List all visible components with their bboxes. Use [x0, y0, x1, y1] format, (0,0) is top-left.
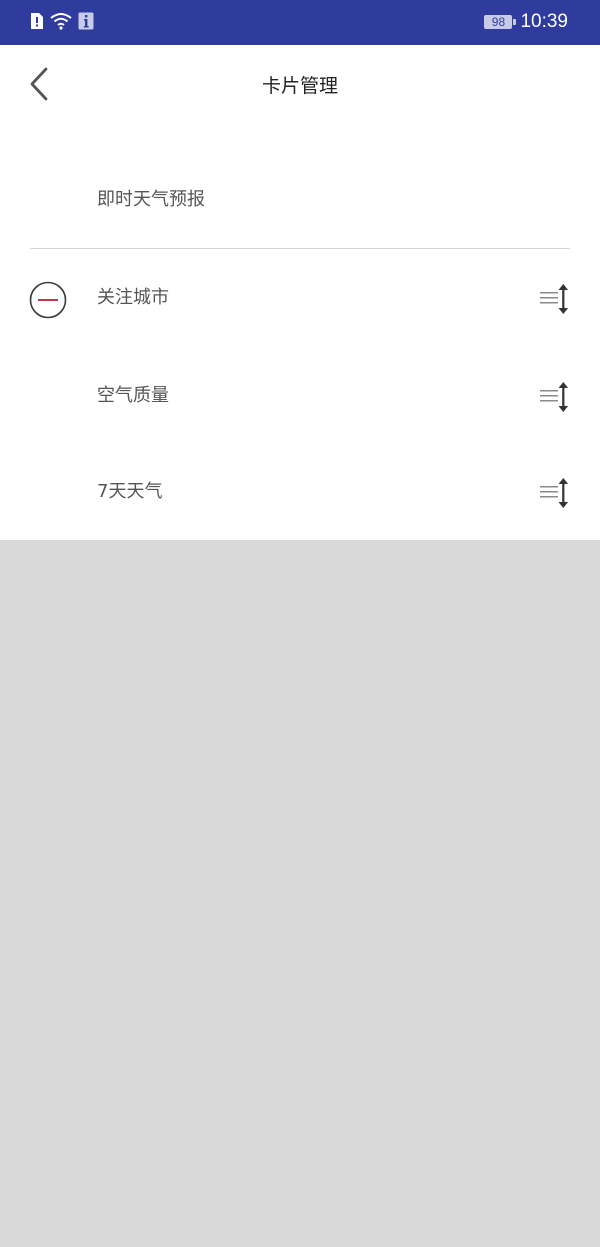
card-row-air-quality[interactable]: 空气质量 — [0, 348, 600, 444]
card-row-follow-cities[interactable]: 关注城市 — [0, 250, 600, 346]
drag-handle[interactable] — [538, 381, 574, 413]
card-management-panel: 卡片管理 即时天气预报 关注城市 空气质量 7天天气 — [0, 45, 600, 540]
sim-alert-icon — [30, 12, 44, 34]
card-label: 空气质量 — [97, 385, 169, 406]
empty-background — [0, 540, 600, 1247]
status-right: 98 10:39 — [484, 10, 568, 34]
fixed-card-row: 即时天气预报 — [0, 152, 600, 248]
reorder-icon — [540, 382, 569, 412]
page-title: 卡片管理 — [261, 75, 338, 97]
drag-handle[interactable] — [538, 477, 574, 509]
card-label: 即时天气预报 — [97, 189, 205, 210]
reorder-icon — [540, 478, 569, 508]
drag-handle[interactable] — [538, 283, 574, 315]
battery-icon: 98 — [484, 15, 517, 29]
status-left-icons — [30, 12, 94, 34]
reorder-icon — [540, 284, 569, 314]
info-badge-icon — [78, 12, 94, 34]
minus-circle-icon — [29, 281, 67, 319]
status-bar: 98 10:39 — [0, 0, 600, 45]
nav-bar: 卡片管理 — [0, 45, 600, 127]
wifi-icon — [50, 12, 72, 34]
divider — [30, 248, 570, 249]
remove-card-button[interactable] — [29, 281, 67, 319]
card-row-7-day-weather[interactable]: 7天天气 — [0, 444, 600, 540]
card-label: 关注城市 — [97, 287, 169, 308]
clock: 10:39 — [520, 11, 568, 32]
card-label: 7天天气 — [97, 481, 163, 502]
